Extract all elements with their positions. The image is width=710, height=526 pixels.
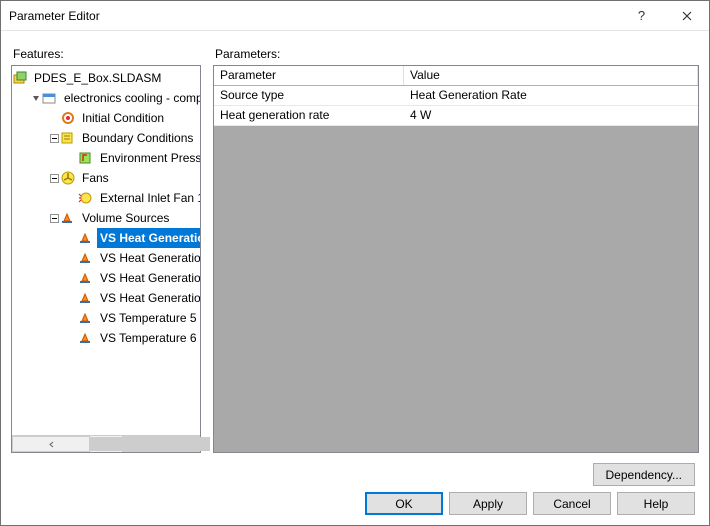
tree-item-label: VS Temperature 5 <box>97 308 200 328</box>
tree-item-label: PDES_E_Box.SLDASM <box>31 68 164 88</box>
features-column: Features: PDES_E_Box.SLDASM <box>11 39 201 453</box>
cancel-button[interactable]: Cancel <box>533 492 611 515</box>
chevron-left-icon <box>48 441 55 448</box>
title-bar: Parameter Editor ? <box>1 1 709 31</box>
tree-item-initial-condition[interactable]: Initial Condition <box>12 108 200 128</box>
help-button-titlebar[interactable]: ? <box>619 1 664 30</box>
fan-icon <box>78 190 94 206</box>
grid-cell-value[interactable]: 4 W <box>404 106 698 125</box>
tree-item-label: Boundary Conditions <box>79 128 196 148</box>
tree-item-volume-sources[interactable]: Volume Sources <box>12 208 200 228</box>
apply-button[interactable]: Apply <box>449 492 527 515</box>
tree-item-label: VS Heat Generation <box>97 228 200 248</box>
tree-item-label: VS Temperature 6 <box>97 328 200 348</box>
boundary-conditions-icon <box>60 130 76 146</box>
tree-root-assembly[interactable]: PDES_E_Box.SLDASM <box>12 68 200 88</box>
grid-cell-param: Heat generation rate <box>214 106 404 125</box>
heat-source-icon <box>78 270 94 286</box>
scroll-left-button[interactable] <box>12 436 90 452</box>
tree-item-vs-heat-generation-1[interactable]: VS Heat Generation <box>12 228 200 248</box>
tree-item-external-inlet-fan[interactable]: External Inlet Fan 1 <box>12 188 200 208</box>
parameters-grid-panel: Parameter Value Source type Heat Generat… <box>213 65 699 453</box>
column-header-value[interactable]: Value <box>404 66 698 85</box>
tree-item-vs-temperature-6[interactable]: VS Temperature 6 <box>12 328 200 348</box>
close-button[interactable] <box>664 1 709 30</box>
dialog-body: Features: PDES_E_Box.SLDASM <box>1 31 709 525</box>
heat-source-icon <box>78 310 94 326</box>
collapse-icon[interactable] <box>48 174 60 183</box>
project-icon <box>42 90 58 106</box>
parameter-editor-dialog: Parameter Editor ? Features: PDES_E_Box.… <box>0 0 710 526</box>
parameters-label: Parameters: <box>215 47 699 61</box>
tree-item-boundary-conditions[interactable]: Boundary Conditions <box>12 128 200 148</box>
window-controls: ? <box>619 1 709 30</box>
tree-item-vs-heat-generation-4[interactable]: VS Heat Generation R <box>12 288 200 308</box>
grid-row-source-type[interactable]: Source type Heat Generation Rate <box>214 86 698 106</box>
tree-item-vs-heat-generation-3[interactable]: VS Heat Generation R <box>12 268 200 288</box>
close-icon <box>682 11 692 21</box>
main-area: Features: PDES_E_Box.SLDASM <box>11 39 699 453</box>
grid-cell-param: Source type <box>214 86 404 105</box>
tree-item-vs-heat-generation-2[interactable]: VS Heat Generation R <box>12 248 200 268</box>
tree-item-label: External Inlet Fan 1 <box>97 188 200 208</box>
tree-item-label: Environment Pressure <box>97 148 200 168</box>
tree-item-label: VS Heat Generation R <box>97 248 200 268</box>
initial-condition-icon <box>60 110 76 126</box>
heat-source-icon <box>78 330 94 346</box>
features-label: Features: <box>13 47 201 61</box>
tree-item-label: Initial Condition <box>79 108 167 128</box>
tree-item-fans[interactable]: Fans <box>12 168 200 188</box>
scrollbar-thumb[interactable] <box>90 437 210 451</box>
grid-header: Parameter Value <box>214 66 698 86</box>
collapse-icon[interactable] <box>48 214 60 223</box>
assembly-icon <box>12 70 28 86</box>
button-bar: Dependency... OK Apply Cancel Help <box>11 453 699 515</box>
volume-sources-icon <box>60 210 76 226</box>
tree-item-project[interactable]: electronics cooling - completed <box>12 88 200 108</box>
collapse-icon[interactable] <box>30 94 42 103</box>
tree-item-label: VS Heat Generation R <box>97 288 200 308</box>
help-button[interactable]: Help <box>617 492 695 515</box>
dependency-button[interactable]: Dependency... <box>593 463 696 486</box>
collapse-icon[interactable] <box>48 134 60 143</box>
features-tree-panel: PDES_E_Box.SLDASM electronics cooling - … <box>11 65 201 453</box>
grid-row-heat-generation-rate[interactable]: Heat generation rate 4 W <box>214 106 698 126</box>
heat-source-icon <box>78 290 94 306</box>
grid-cell-value[interactable]: Heat Generation Rate <box>404 86 698 105</box>
fans-icon <box>60 170 76 186</box>
parameter-grid[interactable]: Parameter Value Source type Heat Generat… <box>214 66 698 452</box>
heat-source-icon <box>78 250 94 266</box>
tree-viewport[interactable]: PDES_E_Box.SLDASM electronics cooling - … <box>12 66 200 435</box>
pressure-icon <box>78 150 94 166</box>
ok-button[interactable]: OK <box>365 492 443 515</box>
heat-source-icon <box>78 230 94 246</box>
tree-item-vs-temperature-5[interactable]: VS Temperature 5 <box>12 308 200 328</box>
window-title: Parameter Editor <box>1 9 100 23</box>
tree-item-label: Fans <box>79 168 112 188</box>
parameters-column: Parameters: Parameter Value Source type … <box>213 39 699 453</box>
horizontal-scrollbar[interactable] <box>12 435 200 452</box>
tree-item-label: VS Heat Generation R <box>97 268 200 288</box>
column-header-parameter[interactable]: Parameter <box>214 66 404 85</box>
tree-item-environment-pressure[interactable]: Environment Pressure <box>12 148 200 168</box>
tree-item-label: electronics cooling - completed <box>61 88 200 108</box>
tree-item-label: Volume Sources <box>79 208 172 228</box>
feature-tree: PDES_E_Box.SLDASM electronics cooling - … <box>12 66 200 350</box>
scrollbar-track[interactable] <box>90 436 122 452</box>
